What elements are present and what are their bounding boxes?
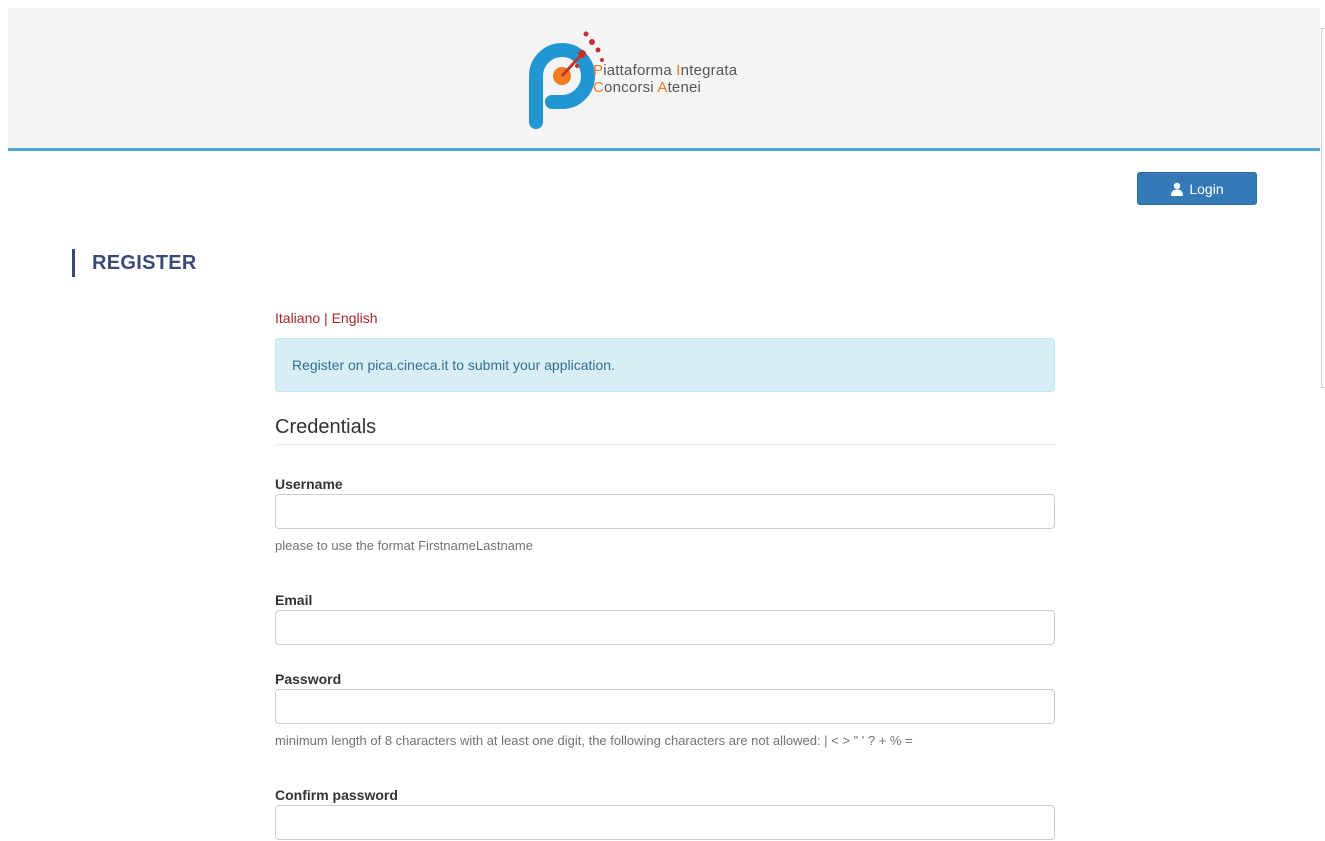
info-message: Register on pica.cineca.it to submit you…: [292, 357, 615, 373]
login-button[interactable]: Login: [1137, 172, 1257, 205]
logo-word: oncorsi: [604, 79, 658, 96]
logo-word: tenei: [667, 79, 702, 96]
language-switch: Italiano | English: [275, 310, 378, 326]
header: Piattaforma Integrata Concorsi Atenei: [8, 8, 1320, 148]
confirm-password-input[interactable]: [275, 805, 1055, 840]
login-label: Login: [1189, 180, 1224, 197]
password-label: Password: [275, 671, 342, 687]
username-input[interactable]: [275, 494, 1055, 529]
header-divider: [8, 148, 1320, 151]
email-label: Email: [275, 592, 313, 608]
logo-word: ntegrata: [680, 62, 738, 79]
page-title: REGISTER: [92, 252, 197, 274]
logo-letter: C: [593, 79, 605, 96]
language-english-link[interactable]: English: [332, 310, 378, 326]
scrollbar[interactable]: [1321, 28, 1325, 388]
language-separator: |: [324, 310, 328, 326]
logo-letter: P: [593, 62, 604, 79]
password-input[interactable]: [275, 689, 1055, 724]
title-accent-bar: [72, 249, 75, 277]
logo-line-1: Piattaforma Integrata: [593, 62, 737, 79]
logo-line-2: Concorsi Atenei: [593, 79, 737, 96]
logo-letter: A: [657, 79, 668, 96]
language-italian-link[interactable]: Italiano: [275, 310, 320, 326]
username-help-text: please to use the format FirstnameLastna…: [275, 538, 533, 553]
info-alert: Register on pica.cineca.it to submit you…: [275, 338, 1055, 392]
username-label: Username: [275, 476, 343, 492]
confirm-password-label: Confirm password: [275, 787, 398, 803]
logo-word: iattaforma: [603, 62, 677, 79]
user-icon: [1171, 182, 1184, 196]
pica-logo[interactable]: Piattaforma Integrata Concorsi Atenei: [522, 26, 822, 130]
logo-text: Piattaforma Integrata Concorsi Atenei: [593, 62, 737, 96]
page: Piattaforma Integrata Concorsi Atenei Lo…: [0, 0, 1325, 841]
email-input[interactable]: [275, 610, 1055, 645]
section-title-credentials: Credentials: [275, 416, 1055, 445]
password-help-text: minimum length of 8 characters with at l…: [275, 733, 913, 748]
